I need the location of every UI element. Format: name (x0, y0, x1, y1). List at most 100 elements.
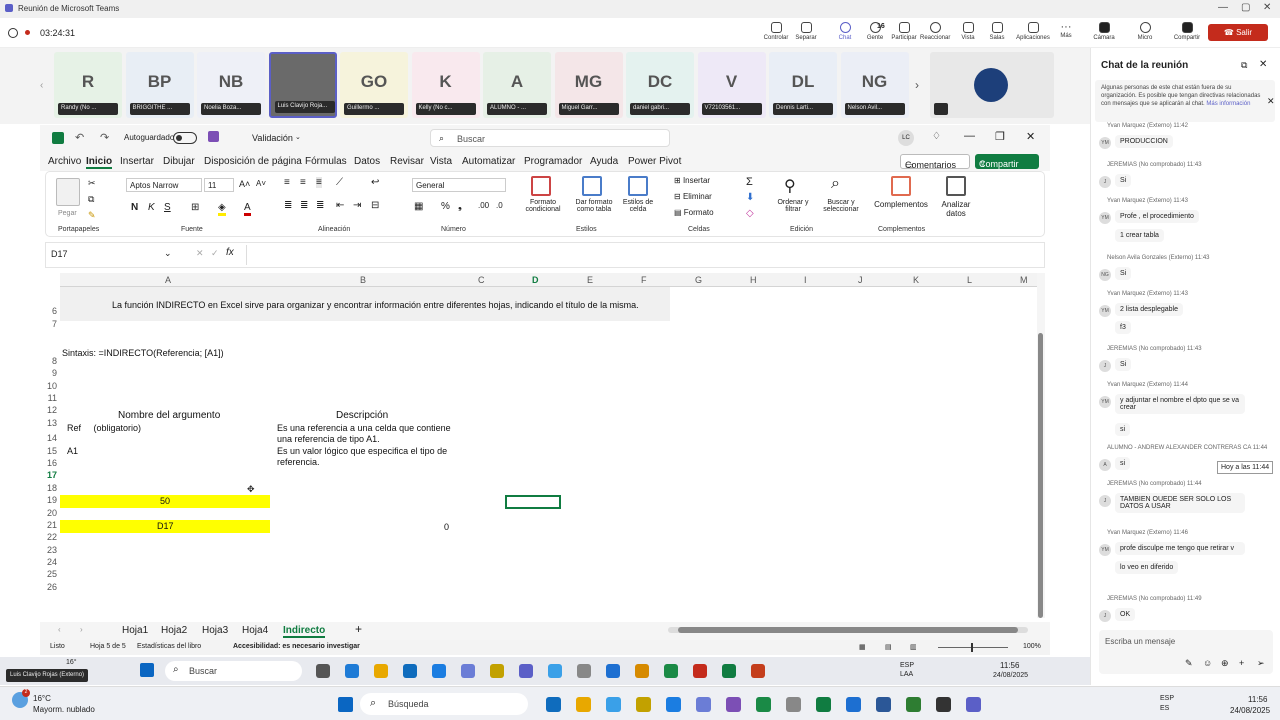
attach-icon[interactable]: ⊕ (1221, 658, 1229, 669)
participant-tile[interactable]: R Randy (No ... (54, 52, 122, 118)
taskbar-app-icon[interactable] (461, 664, 475, 678)
tab-disposicion[interactable]: Disposición de página (204, 156, 302, 167)
popout-icon[interactable]: ⧉ (1241, 60, 1247, 71)
merge-icon[interactable]: ⊟ (371, 200, 379, 211)
share-button[interactable]: ⇪ Compartir (975, 154, 1039, 169)
participant-tile[interactable]: NB Noelia Boza... (197, 52, 265, 118)
taskbar-app-icon[interactable] (490, 664, 504, 678)
worksheet[interactable]: A B C D E F G H I J K L M La función INDIRECTO en Ex… (40, 273, 1050, 628)
paste-label[interactable]: Pegar (58, 210, 77, 217)
taskbar-app-icon[interactable] (664, 664, 678, 678)
row-header[interactable]: 12 (40, 405, 60, 415)
taskbar-app-icon[interactable] (846, 697, 861, 712)
h-scroll-thumb[interactable] (678, 627, 1018, 633)
name-box[interactable]: D17 (51, 249, 68, 259)
taskbar-app-icon[interactable] (722, 664, 736, 678)
find-icon[interactable]: ⌕ (831, 175, 840, 193)
camera-button[interactable]: Cámara (1089, 22, 1119, 41)
function-icon[interactable]: fx (226, 247, 234, 258)
taskbar-app-icon[interactable] (606, 664, 620, 678)
enter-icon[interactable]: ✓ (211, 248, 219, 259)
ref-arg[interactable]: Ref (obligatorio) (67, 423, 141, 433)
a1-desc-1[interactable]: Es un valor lógico que especifica el tip… (277, 446, 447, 456)
column-header[interactable]: M (1020, 275, 1028, 285)
column-header[interactable]: A (165, 275, 171, 285)
leave-button[interactable]: ☎ Salir (1208, 24, 1268, 41)
view-button[interactable]: Vista (953, 22, 983, 41)
more-button[interactable]: ··· Más (1051, 22, 1081, 40)
syntax-text[interactable]: Sintaxis: =INDIRECTO(Referencia; [A1]) (62, 348, 224, 358)
autosave-toggle[interactable] (173, 132, 197, 144)
taskbar-app-icon[interactable] (756, 697, 771, 712)
prev-sheet-icon[interactable]: ‹ (58, 625, 61, 634)
fill-icon[interactable]: ⬇ (746, 192, 754, 203)
zoom-slider[interactable] (938, 643, 1008, 652)
taskbar-app-icon[interactable] (403, 664, 417, 678)
column-header[interactable]: F (641, 275, 647, 285)
taskbar-app-icon[interactable] (345, 664, 359, 678)
user-avatar[interactable]: LC (898, 130, 914, 146)
undo-icon[interactable]: ↶ (75, 131, 84, 144)
taskbar-app-icon[interactable] (693, 664, 707, 678)
document-name[interactable]: Validación (252, 133, 293, 143)
row-header[interactable]: 15 (40, 446, 60, 456)
arg-header[interactable]: Nombre del argumento (118, 410, 220, 421)
taskbar-app-icon[interactable] (816, 697, 831, 712)
ref-desc-2[interactable]: una referencia de tipo A1. (277, 434, 380, 444)
close-chat-icon[interactable]: ✕ (1259, 59, 1267, 70)
participant-tile[interactable]: K Kelly (No c... (411, 52, 480, 118)
column-header[interactable]: K (913, 275, 919, 285)
cell-styles-label[interactable]: Estilos de celda (620, 199, 656, 213)
tab-programador[interactable]: Programador (524, 156, 582, 167)
restore-icon[interactable]: ❐ (995, 130, 1005, 143)
grow-font-icon[interactable]: A˄ (239, 179, 250, 189)
sheet-tab-1[interactable]: Hoja1 (122, 625, 148, 636)
taskbar-app-icon[interactable] (726, 697, 741, 712)
insert-cells-button[interactable]: ⊞ Insertar (674, 176, 710, 185)
taskbar-app-icon[interactable] (316, 664, 330, 678)
search-box[interactable]: ⌕ Buscar (430, 129, 670, 147)
minimize-icon[interactable]: — (964, 130, 975, 142)
column-header[interactable]: C (478, 275, 485, 285)
sort-filter-icon[interactable]: ⚲ (784, 176, 796, 196)
send-icon[interactable]: ➢ (1257, 658, 1265, 669)
rooms-button[interactable]: Salas (982, 22, 1012, 41)
decrease-indent-icon[interactable]: ⇤ (336, 200, 344, 211)
redo-icon[interactable]: ↷ (100, 131, 109, 144)
chevron-down-icon[interactable]: ⌄ (295, 133, 301, 141)
percent-icon[interactable]: % (441, 201, 450, 212)
page-break-icon[interactable]: ▥ (910, 643, 917, 651)
close-icon[interactable]: ✕ (1263, 2, 1271, 13)
content-share-tile[interactable] (930, 52, 1054, 118)
number-format-select[interactable]: General (412, 178, 506, 192)
taskbar-app-icon[interactable] (666, 697, 681, 712)
taskbar-app-icon[interactable] (374, 664, 388, 678)
taskbar-app-icon[interactable] (546, 697, 561, 712)
column-header[interactable]: E (587, 275, 593, 285)
sheet-tab-4[interactable]: Hoja4 (242, 625, 268, 636)
orientation-icon[interactable]: ⟋ (336, 177, 343, 188)
cell-a17[interactable]: 50 (60, 495, 270, 508)
mic-button[interactable]: Micro (1130, 22, 1160, 41)
row-header[interactable]: 18 (40, 483, 60, 493)
wrap-text-icon[interactable]: ↩ (371, 177, 379, 188)
control-button[interactable]: Controlar (761, 22, 791, 41)
borders-icon[interactable]: ⊞ (191, 202, 199, 213)
vertical-scrollbar[interactable] (1037, 273, 1045, 618)
clear-icon[interactable]: ◇ (746, 208, 754, 219)
page-layout-icon[interactable]: ▤ (885, 643, 892, 651)
align-bottom-icon[interactable]: ≡ (316, 177, 322, 188)
conditional-format-icon[interactable] (531, 176, 551, 196)
italic-icon[interactable]: K (148, 202, 155, 213)
sheet-tab-3[interactable]: Hoja3 (202, 625, 228, 636)
status-accessibility[interactable]: Accesibilidad: es necesario investigar (233, 643, 360, 650)
increase-decimal-icon[interactable]: .00 (478, 201, 489, 210)
zoom-thumb[interactable] (971, 643, 973, 652)
chat-button[interactable]: Chat (830, 22, 860, 41)
tab-revisar[interactable]: Revisar (390, 156, 424, 167)
column-header[interactable]: L (967, 275, 972, 285)
column-header[interactable]: G (695, 275, 702, 285)
table-format-icon[interactable] (582, 176, 602, 196)
taskbar-app-icon[interactable] (906, 697, 921, 712)
column-header[interactable]: J (858, 275, 863, 285)
